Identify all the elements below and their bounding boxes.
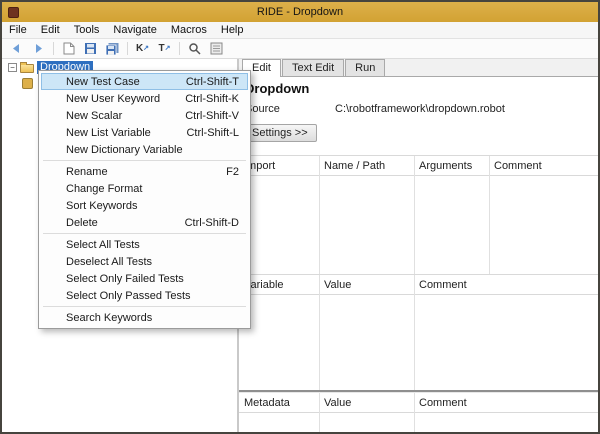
tree-expander-icon[interactable] (8, 63, 17, 72)
menu-item-new-dictionary-variable[interactable]: New Dictionary Variable (41, 141, 248, 158)
new-file-icon[interactable] (61, 41, 76, 56)
tab-run[interactable]: Run (345, 59, 385, 76)
imports-header-name-path: Name / Path (319, 160, 414, 172)
menu-navigate[interactable]: Navigate (106, 24, 163, 36)
variables-section: Variable Value Comment (239, 274, 598, 390)
report-icon[interactable] (209, 41, 224, 56)
settings-toggle-button[interactable]: Settings >> (243, 124, 317, 142)
menu-tools[interactable]: Tools (67, 24, 107, 36)
metadata-header-row: Metadata Value Comment (239, 393, 598, 413)
tab-text-edit[interactable]: Text Edit (282, 59, 344, 76)
menu-item-select-only-failed-tests[interactable]: Select Only Failed Tests (41, 270, 248, 287)
variables-header-comment: Comment (414, 279, 598, 291)
menu-item-new-list-variable[interactable]: New List Variable Ctrl-Shift-L (41, 124, 248, 141)
source-label: Source (245, 103, 335, 115)
metadata-header-comment: Comment (414, 397, 598, 409)
imports-header-comment: Comment (489, 160, 598, 172)
menu-item-search-keywords[interactable]: Search Keywords (41, 309, 248, 326)
menu-item-delete[interactable]: Delete Ctrl-Shift-D (41, 214, 248, 231)
save-icon[interactable] (83, 41, 98, 56)
ride-window: RIDE - Dropdown File Edit Tools Navigate… (0, 0, 600, 434)
tree-context-menu: New Test Case Ctrl-Shift-T New User Keyw… (38, 70, 251, 329)
menu-item-new-user-keyword[interactable]: New User Keyword Ctrl-Shift-K (41, 90, 248, 107)
menu-item-new-scalar[interactable]: New Scalar Ctrl-Shift-V (41, 107, 248, 124)
toolbar-separator (179, 42, 180, 55)
menu-bar: File Edit Tools Navigate Macros Help (2, 22, 598, 39)
menu-item-select-only-passed-tests[interactable]: Select Only Passed Tests (41, 287, 248, 304)
metadata-header-value: Value (319, 397, 414, 409)
menu-edit[interactable]: Edit (34, 24, 67, 36)
testcase-icon[interactable]: T↗ (157, 41, 172, 56)
folder-icon (20, 64, 34, 73)
grid-line (319, 393, 320, 432)
imports-header-import: Import (239, 160, 319, 172)
toolbar-separator (127, 42, 128, 55)
menu-item-select-all-tests[interactable]: Select All Tests (41, 236, 248, 253)
variables-header-variable: Variable (239, 279, 319, 291)
metadata-header-metadata: Metadata (239, 397, 319, 409)
menu-item-new-test-case[interactable]: New Test Case Ctrl-Shift-T (41, 73, 248, 90)
grid-line (414, 393, 415, 432)
window-title: RIDE - Dropdown (2, 6, 598, 18)
imports-section: Import Name / Path Arguments Comment (239, 155, 598, 274)
search-tests-icon[interactable] (187, 41, 202, 56)
go-forward-icon[interactable] (31, 41, 46, 56)
menu-macros[interactable]: Macros (164, 24, 214, 36)
menu-item-sort-keywords[interactable]: Sort Keywords (41, 197, 248, 214)
grid-line (319, 275, 320, 390)
source-path: C:\robotframework\dropdown.robot (335, 103, 505, 115)
menu-help[interactable]: Help (214, 24, 251, 36)
variables-header-value: Value (319, 279, 414, 291)
toolbar-separator (53, 42, 54, 55)
menu-item-change-format[interactable]: Change Format (41, 180, 248, 197)
menu-item-deselect-all-tests[interactable]: Deselect All Tests (41, 253, 248, 270)
menu-file[interactable]: File (2, 24, 34, 36)
grid-line (414, 275, 415, 390)
keyword-search-icon[interactable]: K↗ (135, 41, 150, 56)
grid-line (414, 156, 415, 274)
toolbar: K↗ T↗ (2, 39, 598, 59)
save-all-icon[interactable] (105, 41, 120, 56)
source-row: Source C:\robotframework\dropdown.robot (245, 103, 505, 115)
menu-separator (43, 160, 246, 161)
go-back-icon[interactable] (9, 41, 24, 56)
metadata-section: Metadata Value Comment (239, 393, 598, 432)
grid-line (319, 156, 320, 274)
title-bar[interactable]: RIDE - Dropdown (2, 2, 598, 22)
imports-header-arguments: Arguments (414, 160, 489, 172)
grid-line (489, 156, 490, 274)
menu-separator (43, 233, 246, 234)
main-tabs: Edit Text Edit Run (239, 59, 598, 77)
menu-item-rename[interactable]: Rename F2 (41, 163, 248, 180)
variables-header-row: Variable Value Comment (239, 275, 598, 295)
tree-child-icon[interactable] (22, 78, 33, 89)
menu-separator (43, 306, 246, 307)
suite-title: Dropdown (245, 81, 309, 96)
imports-header-row: Import Name / Path Arguments Comment (239, 156, 598, 176)
